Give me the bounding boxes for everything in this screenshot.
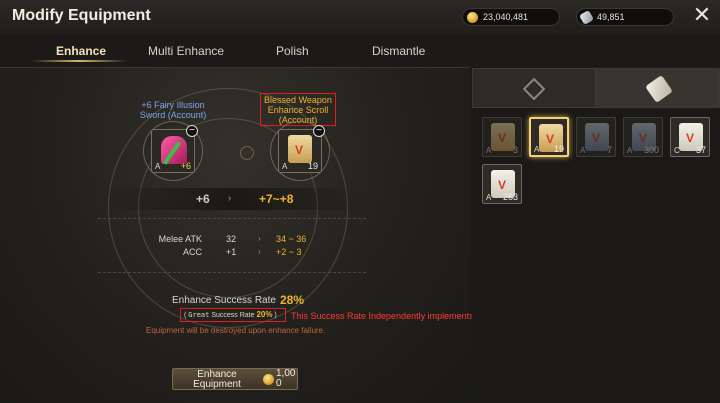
scroll-emblem-icon: V: [498, 178, 507, 192]
inventory-count: 263: [502, 192, 518, 202]
stat-acc-current: +1: [226, 247, 237, 257]
inventory-tab-equipment[interactable]: [472, 68, 596, 108]
stat-melee-atk-current: 32: [226, 234, 237, 244]
weapon-level: +6: [180, 161, 191, 171]
stat-acc-next: +2 ~ 3: [276, 247, 302, 257]
scroll-emblem-icon: V: [639, 131, 648, 145]
scroll-grade: A: [282, 162, 288, 171]
inventory-grade: A: [627, 146, 633, 155]
close-icon[interactable]: ✕: [692, 4, 712, 26]
scroll-emblem-icon: V: [592, 131, 601, 145]
scroll-emblem-icon: V: [295, 143, 304, 157]
divider-bottom: [98, 272, 366, 273]
divider-top: [98, 218, 366, 219]
tab-dismantle[interactable]: Dismantle: [372, 44, 425, 58]
great-value: 20%: [256, 310, 273, 319]
scroll-item-icon: V: [491, 123, 515, 151]
great-label: Great: [188, 311, 210, 319]
weapon-grade: A: [155, 162, 161, 171]
scroll-name-line2: Enhance Scroll: [267, 105, 329, 115]
inventory-count: 300: [643, 145, 659, 155]
inventory-count: 37: [695, 145, 706, 155]
stat-acc-label: ACC: [182, 247, 202, 257]
inventory-grade: A: [486, 146, 492, 155]
enhance-button-line2: Equipment: [193, 379, 241, 390]
tab-multi-enhance[interactable]: Multi Enhance: [148, 44, 224, 58]
scroll-tab-icon: [645, 75, 673, 103]
enhance-cost: 1,00 0: [276, 369, 295, 389]
scroll-icon: V: [288, 135, 312, 163]
inventory-grade: A: [534, 145, 540, 154]
remove-weapon-icon[interactable]: −: [186, 125, 198, 137]
tab-enhance[interactable]: Enhance: [56, 44, 106, 58]
weapon-name-line1: +6 Fairy Illusion: [141, 100, 205, 110]
scroll-item-icon: V: [585, 123, 609, 151]
inventory-panel: V A 3 V A 19 V A 7 V A 300 V C 37 V A 263: [472, 68, 720, 403]
inventory-count: 7: [606, 145, 612, 155]
cost-coin-icon: [263, 374, 274, 385]
scroll-emblem-icon: V: [686, 131, 695, 145]
inventory-slot[interactable]: VA 3: [482, 117, 522, 157]
enhance-from: +6: [196, 192, 210, 206]
feather-icon: [578, 9, 595, 26]
enhance-level-row: [100, 188, 368, 210]
inventory-slot[interactable]: VA 7: [576, 117, 616, 157]
stat-arrow-icon: ›: [258, 247, 261, 256]
great-close-paren: ): [272, 312, 277, 319]
enhance-equipment-button[interactable]: Enhance Equipment 1,00 0: [172, 368, 298, 390]
gem-amount: 49,851: [597, 12, 625, 22]
window-title: Modify Equipment: [12, 7, 151, 24]
gem-balance: 49,851: [576, 8, 674, 26]
tab-bar: Enhance Multi Enhance Polish Dismantle: [0, 34, 470, 68]
gold-balance: 23,040,481: [462, 8, 560, 26]
gold-coin-icon: [467, 12, 478, 23]
gold-amount: 23,040,481: [483, 12, 529, 22]
weapon-name-line2: Sword (Account): [139, 110, 207, 120]
great-suffix: Success Rate: [211, 312, 255, 319]
top-bar: Modify Equipment 23,040,481 49,851 ✕: [0, 0, 720, 34]
destroy-warning: Equipment will be destroyed upon enhance…: [146, 326, 326, 335]
enhance-cost-line2: 0: [276, 378, 282, 389]
center-crosshair-icon: [240, 146, 254, 160]
inventory-grade: A: [580, 146, 586, 155]
inventory-slot[interactable]: V A 19: [529, 117, 569, 157]
inventory-slot[interactable]: V A 300: [623, 117, 663, 157]
stat-arrow-icon: ›: [258, 234, 261, 243]
remove-scroll-icon[interactable]: −: [313, 125, 325, 137]
scroll-emblem-icon: V: [546, 132, 555, 146]
inventory-grade: C: [674, 146, 680, 155]
stat-melee-atk-label: Melee ATK: [158, 234, 202, 244]
enhance-to: +7~+8: [259, 192, 294, 206]
inventory-grade: A: [486, 193, 492, 202]
success-rate-value: 28%: [280, 293, 305, 307]
inventory-slot[interactable]: V C 37: [670, 117, 710, 157]
great-success-rate: ( Great Success Rate 20% ): [184, 310, 277, 319]
enhance-panel: +6 Fairy Illusion Sword (Account) Blesse…: [0, 68, 470, 403]
enhance-button-label: Enhance Equipment: [187, 370, 247, 390]
inventory-count: 19: [553, 144, 564, 154]
weapon-name: +6 Fairy Illusion Sword (Account): [128, 100, 218, 120]
scroll-count: 19: [307, 161, 318, 171]
success-rate-label: Enhance Success Rate: [172, 295, 276, 306]
tab-polish[interactable]: Polish: [276, 44, 309, 58]
inventory-tab-scrolls[interactable]: [596, 68, 720, 108]
scroll-name-line1: Blessed Weapon: [264, 95, 332, 105]
inventory-count: 3: [512, 145, 518, 155]
stat-melee-atk-next: 34 ~ 36: [276, 234, 307, 244]
equipment-tab-icon: [522, 77, 546, 101]
enhance-arrow-icon: ›: [228, 193, 232, 204]
scroll-emblem-icon: V: [498, 131, 507, 145]
active-tab-indicator: [30, 60, 128, 62]
inventory-slot[interactable]: V A 263: [482, 164, 522, 204]
